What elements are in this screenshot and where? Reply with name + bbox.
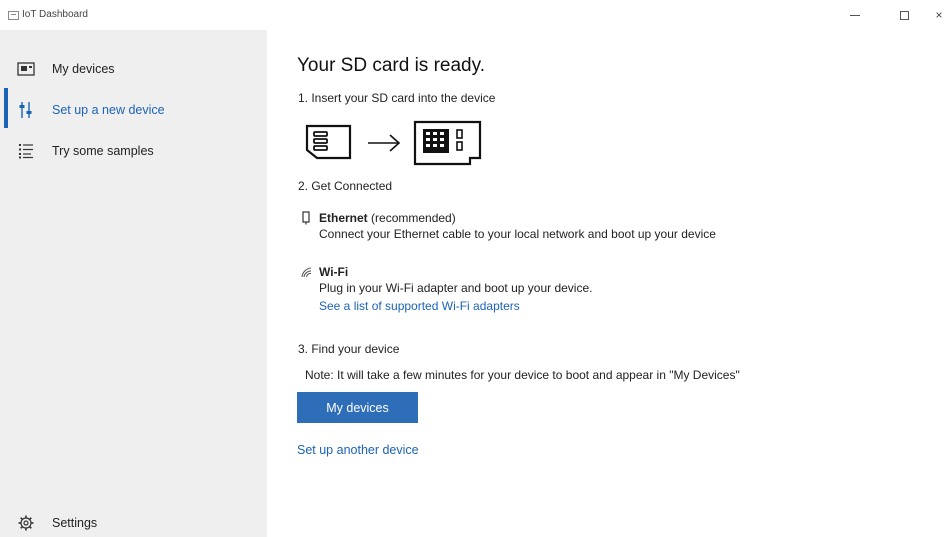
title-bar: IoT Dashboard ×: [0, 0, 948, 30]
minimize-icon: [850, 14, 860, 16]
maximize-icon: [899, 10, 909, 20]
wifi-icon: [301, 267, 312, 278]
device-icon: [16, 60, 36, 78]
ethernet-option: Ethernet (recommended) Connect your Ethe…: [302, 210, 716, 242]
page-title: Your SD card is ready.: [297, 55, 485, 76]
main-content: Your SD card is ready. 1. Insert your SD…: [297, 30, 937, 537]
device-board-icon: [413, 120, 482, 166]
step-find-device: 3. Find your device: [298, 342, 400, 356]
sidebar-item-setup-device[interactable]: Set up a new device: [0, 90, 267, 130]
minimize-button[interactable]: [840, 4, 870, 26]
maximize-button[interactable]: [889, 4, 919, 26]
sidebar-item-label: Try some samples: [52, 144, 154, 158]
app-icon: [8, 11, 19, 20]
list-icon: [16, 142, 36, 160]
ethernet-recommended: (recommended): [371, 211, 456, 225]
settings-label: Settings: [52, 516, 98, 530]
step-insert-sd: 1. Insert your SD card into the device: [298, 91, 496, 105]
sd-card-icon: [305, 124, 352, 160]
setup-another-device-link[interactable]: Set up another device: [297, 443, 419, 457]
sidebar-item-samples[interactable]: Try some samples: [0, 131, 267, 171]
sidebar-item-label: My devices: [52, 62, 115, 76]
close-button[interactable]: ×: [930, 4, 948, 26]
close-icon: ×: [935, 8, 943, 22]
ethernet-icon: [302, 211, 310, 225]
ethernet-title: Ethernet: [319, 211, 368, 225]
arrow-right-icon: [368, 134, 401, 152]
wifi-adapters-link[interactable]: See a list of supported Wi-Fi adapters: [319, 298, 592, 314]
wifi-title: Wi-Fi: [319, 265, 349, 279]
sidebar: My devices Set up a new device Try some …: [0, 30, 267, 537]
wifi-option: Wi-Fi Plug in your Wi-Fi adapter and boo…: [301, 264, 593, 314]
sliders-icon: [16, 101, 36, 119]
gear-icon: [16, 514, 36, 532]
my-devices-button[interactable]: My devices: [297, 392, 418, 423]
boot-note: Note: It will take a few minutes for you…: [305, 368, 740, 382]
window-title: IoT Dashboard: [22, 9, 88, 20]
wifi-description: Plug in your Wi-Fi adapter and boot up y…: [319, 281, 593, 295]
sidebar-item-label: Set up a new device: [52, 103, 165, 117]
ethernet-description: Connect your Ethernet cable to your loca…: [319, 227, 716, 241]
sidebar-item-my-devices[interactable]: My devices: [0, 49, 267, 89]
step-get-connected: 2. Get Connected: [298, 179, 393, 193]
sd-card-to-device-illustration: [305, 120, 482, 166]
sidebar-item-settings[interactable]: Settings: [0, 503, 267, 537]
